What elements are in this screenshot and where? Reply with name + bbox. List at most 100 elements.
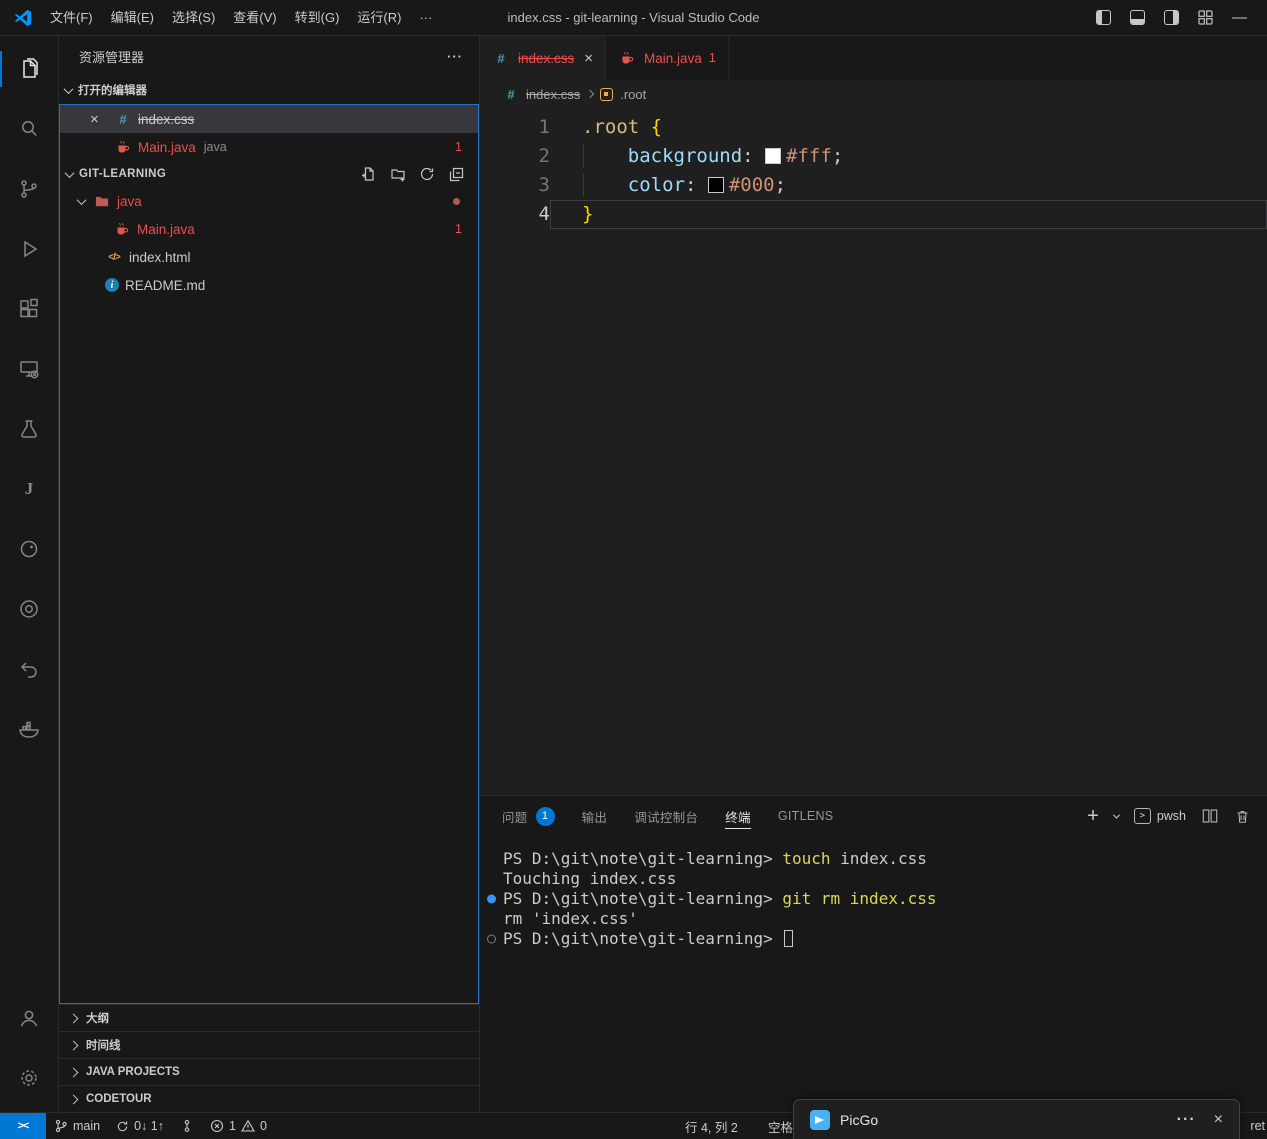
activity-run-and-debug[interactable] xyxy=(0,219,58,279)
menu-run[interactable]: 运行(R) xyxy=(348,1,410,35)
new-file-icon[interactable] xyxy=(361,166,377,182)
problems-count-badge: 1 xyxy=(536,807,555,826)
tree-item-Main.java[interactable]: Main.java1 xyxy=(60,215,478,243)
open-editors-header[interactable]: 打开的编辑器 xyxy=(59,76,479,104)
code-line-3[interactable]: 3 color: #000; xyxy=(480,171,1267,200)
vscode-logo-icon xyxy=(13,8,33,28)
activity-search[interactable] xyxy=(0,99,58,159)
panel-tab-problems[interactable]: 问题1 xyxy=(502,796,555,836)
panel-tab-debug-console[interactable]: 调试控制台 xyxy=(634,796,698,836)
java-file-icon xyxy=(618,50,636,66)
collapse-all-icon[interactable] xyxy=(448,166,464,182)
code-line-2[interactable]: 2 background: #fff; xyxy=(480,142,1267,171)
color-swatch[interactable] xyxy=(708,177,724,193)
panel-tabs: 问题1 输出调试控制台终端 GITLENS xyxy=(502,796,833,836)
sync-indicator[interactable]: 0↓ 1↑ xyxy=(108,1113,172,1139)
chevron-down-icon xyxy=(77,195,87,205)
file-tree: javaMain.java1</>index.htmliREADME.md xyxy=(60,187,478,299)
pwsh-icon: > xyxy=(1134,808,1151,824)
menu-view[interactable]: 查看(V) xyxy=(224,1,285,35)
color-swatch[interactable] xyxy=(765,148,781,164)
sync-icon xyxy=(116,1120,129,1133)
minimize-icon[interactable]: — xyxy=(1232,10,1247,25)
activity-gradle[interactable] xyxy=(0,519,58,579)
tree-item-java[interactable]: java xyxy=(60,187,478,215)
commit-graph-icon[interactable] xyxy=(172,1113,202,1139)
settings-gear-icon[interactable] xyxy=(0,1048,58,1108)
cursor-position-indicator[interactable]: 行 4, 列 2 xyxy=(685,1117,738,1136)
menu-more[interactable]: ··· xyxy=(410,1,441,35)
editor-tab-index.css[interactable]: #index.css× xyxy=(480,36,606,80)
toast-close-icon[interactable]: × xyxy=(1214,1111,1223,1129)
panel-tab-gitlens[interactable]: GITLENS xyxy=(778,796,834,836)
editor-group: #index.css×Main.java1 # index.css .root … xyxy=(480,36,1267,1112)
java-file-icon xyxy=(113,221,131,237)
split-terminal-icon[interactable] xyxy=(1201,807,1219,825)
activity-explorer[interactable] xyxy=(0,39,58,99)
bottom-panel: 问题1 输出调试控制台终端 GITLENS + > pwsh PS D:\git\n… xyxy=(480,795,1267,1112)
tree-item-index.html[interactable]: </>index.html xyxy=(60,243,478,271)
toggle-secondary-sidebar-icon[interactable] xyxy=(1164,10,1179,25)
kill-terminal-trash-icon[interactable] xyxy=(1234,808,1251,825)
code-line-4[interactable]: 4} xyxy=(480,200,1267,229)
terminal-line: PS D:\git\note\git-learning> xyxy=(480,929,1267,949)
chevron-down-icon xyxy=(64,84,74,94)
activity-source-control[interactable] xyxy=(0,159,58,219)
activity-java[interactable]: J xyxy=(0,459,58,519)
breadcrumb-file[interactable]: index.css xyxy=(526,87,580,102)
toast-more-actions-icon[interactable]: ··· xyxy=(1177,1111,1196,1129)
section-outline[interactable]: 大纲 xyxy=(59,1004,479,1031)
menu-file[interactable]: 文件(F) xyxy=(41,1,102,35)
panel-tab-output[interactable]: 输出 xyxy=(582,796,608,836)
menu-selection[interactable]: 选择(S) xyxy=(163,1,224,35)
modified-dot-indicator xyxy=(453,198,460,205)
refresh-icon[interactable] xyxy=(419,166,435,182)
menu-edit[interactable]: 编辑(E) xyxy=(102,1,163,35)
open-editor-index.css[interactable]: ×#index.css xyxy=(60,105,478,133)
customize-layout-icon[interactable] xyxy=(1198,10,1213,25)
activity-run-target[interactable] xyxy=(0,579,58,639)
terminal-shell-item[interactable]: > pwsh xyxy=(1134,808,1186,824)
activity-remote-explorer[interactable] xyxy=(0,339,58,399)
activity-codetour[interactable] xyxy=(0,639,58,699)
css-file-icon: # xyxy=(114,112,132,127)
indentation-indicator[interactable]: 空格 xyxy=(768,1117,793,1136)
code-editor[interactable]: 1.root {2 background: #fff;3 color: #000… xyxy=(480,108,1267,795)
accounts-icon[interactable] xyxy=(0,988,58,1048)
section-java-projects[interactable]: JAVA PROJECTS xyxy=(59,1058,479,1085)
remote-indicator[interactable]: >< xyxy=(0,1113,46,1139)
breadcrumb-symbol[interactable]: .root xyxy=(620,87,646,102)
menu-go[interactable]: 转到(G) xyxy=(286,1,349,35)
git-branch-icon xyxy=(54,1119,68,1133)
section-timeline[interactable]: 时间线 xyxy=(59,1031,479,1058)
section-codetour[interactable]: CODETOUR xyxy=(59,1085,479,1112)
activity-docker[interactable] xyxy=(0,699,58,759)
problem-count-badge: 1 xyxy=(455,222,462,236)
close-icon[interactable]: × xyxy=(584,50,593,67)
tree-empty-area xyxy=(60,299,478,1003)
new-terminal-icon[interactable]: + xyxy=(1087,806,1099,826)
project-section-header[interactable]: GIT-LEARNING xyxy=(60,161,478,187)
editor-tab-Main.java[interactable]: Main.java1 xyxy=(606,36,729,80)
panel-tab-terminal[interactable]: 终端 xyxy=(725,796,751,836)
problems-indicator[interactable]: 1 0 xyxy=(202,1113,275,1139)
new-folder-icon[interactable] xyxy=(390,166,406,182)
terminal-line: PS D:\git\note\git-learning> git rm inde… xyxy=(480,889,1267,909)
error-icon xyxy=(210,1119,224,1133)
terminal-output[interactable]: PS D:\git\note\git-learning> touch index… xyxy=(480,836,1267,1112)
toggle-sidebar-icon[interactable] xyxy=(1096,10,1111,25)
terminal-profile-dropdown-icon[interactable] xyxy=(1113,811,1120,818)
toggle-panel-icon[interactable] xyxy=(1130,10,1145,25)
status-truncated-text: ret xyxy=(1250,1119,1265,1133)
code-line-1[interactable]: 1.root { xyxy=(480,113,1267,142)
tree-item-README.md[interactable]: iREADME.md xyxy=(60,271,478,299)
chevron-down-icon xyxy=(65,168,75,178)
activity-extensions[interactable] xyxy=(0,279,58,339)
branch-indicator[interactable]: main xyxy=(46,1113,108,1139)
activity-testing[interactable] xyxy=(0,399,58,459)
open-editor-Main.java[interactable]: Main.javajava1 xyxy=(60,133,478,161)
more-actions-icon[interactable]: ··· xyxy=(447,49,463,64)
command-decoration-success[interactable] xyxy=(487,895,496,904)
close-icon[interactable]: × xyxy=(90,111,114,128)
vscode-window: 文件(F)编辑(E)选择(S)查看(V)转到(G)运行(R)··· index.… xyxy=(0,0,1267,1139)
